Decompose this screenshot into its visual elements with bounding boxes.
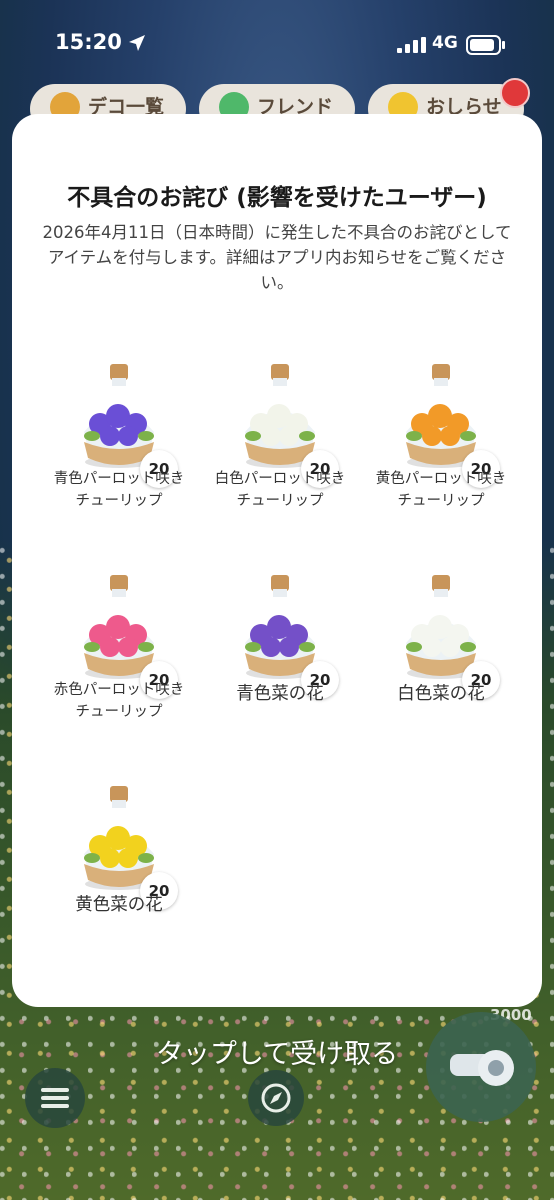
reward-item: 20 黄色パーロット咲き チューリップ bbox=[366, 350, 516, 550]
whistle-icon bbox=[450, 1050, 514, 1086]
item-name: 白色菜の花 bbox=[397, 684, 485, 704]
item-name: 赤色パーロット咲き チューリップ bbox=[34, 679, 204, 723]
item-name: 黄色菜の花 bbox=[75, 895, 163, 915]
item-name-line1: 青色パーロット咲き bbox=[53, 471, 185, 487]
status-time: 15:20 bbox=[55, 30, 122, 54]
item-name-line1: 白色パーロット咲き bbox=[214, 471, 346, 487]
reward-item-grid: 20 青色パーロット咲き チューリップ 20 白色パーロット咲き チューリップ 20 黄色パー… bbox=[12, 114, 542, 1007]
hamburger-menu-icon bbox=[41, 1088, 69, 1108]
item-name-line2: チューリップ bbox=[236, 493, 324, 509]
notification-badge bbox=[500, 78, 530, 108]
item-name: 青色パーロット咲き チューリップ bbox=[34, 468, 204, 512]
cellular-signal-icon bbox=[397, 37, 426, 53]
reward-item: 20 黄色菜の花 bbox=[44, 772, 194, 972]
apology-dialog[interactable]: 不具合のお詫び (影響を受けたユーザー) 2026年4月11日（日本時間）に発生… bbox=[12, 114, 542, 1007]
item-name: 黄色パーロット咲き チューリップ bbox=[356, 468, 526, 512]
reward-item: 20 青色菜の花 bbox=[205, 561, 355, 761]
reward-item: 20 白色菜の花 bbox=[366, 561, 516, 761]
item-name-line2: チューリップ bbox=[75, 493, 163, 509]
item-name: 青色菜の花 bbox=[236, 684, 324, 704]
location-arrow-icon bbox=[129, 35, 145, 51]
reward-item: 20 白色パーロット咲き チューリップ bbox=[205, 350, 355, 550]
item-name-line2: チューリップ bbox=[397, 493, 485, 509]
reward-item: 20 赤色パーロット咲き チューリップ bbox=[44, 561, 194, 761]
compass-button[interactable] bbox=[248, 1070, 304, 1126]
item-name-line1: 赤色パーロット咲き bbox=[53, 682, 185, 698]
reward-item: 20 青色パーロット咲き チューリップ bbox=[44, 350, 194, 550]
item-name-line2: チューリップ bbox=[75, 704, 163, 720]
battery-icon bbox=[466, 35, 505, 55]
item-name: 白色パーロット咲き チューリップ bbox=[195, 468, 365, 512]
menu-button[interactable] bbox=[25, 1068, 85, 1128]
compass-icon bbox=[261, 1083, 291, 1113]
whistle-button[interactable] bbox=[426, 1012, 536, 1122]
item-name-line1: 黄色パーロット咲き bbox=[375, 471, 507, 487]
status-bar: 15:20 4G bbox=[0, 0, 554, 90]
network-type: 4G bbox=[432, 33, 458, 53]
